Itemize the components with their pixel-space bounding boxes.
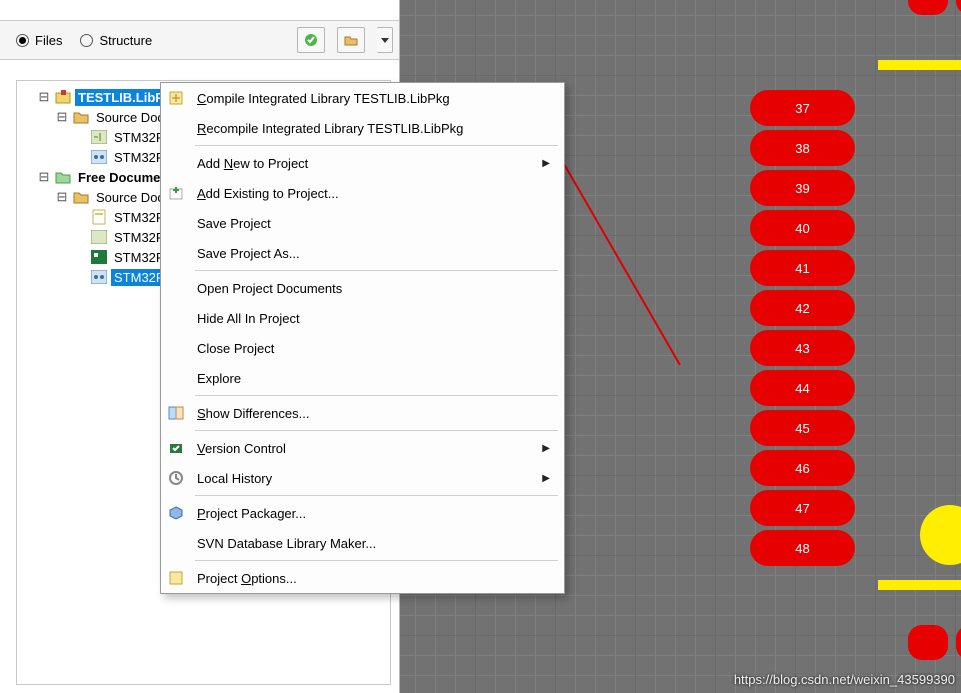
menu-label: Add New to Project: [197, 156, 308, 171]
menu-add-new[interactable]: Add New to Project ▶: [161, 148, 564, 178]
menu-save-project-as[interactable]: Save Project As...: [161, 238, 564, 268]
menu-label: Save Project As...: [197, 246, 300, 261]
collapse-icon[interactable]: ⊟: [37, 170, 51, 185]
pcb-pad: 46: [750, 450, 855, 486]
menu-label: Close Project: [197, 341, 274, 356]
pcb-pad-column: 37 38 39 40 41 42 43 44 45 46 47 48: [750, 90, 855, 570]
pcb-pad-small: [956, 625, 961, 660]
menu-label: Explore: [197, 371, 241, 386]
history-icon: [167, 469, 185, 487]
diff-icon: [167, 404, 185, 422]
pcblib-icon: [91, 269, 107, 285]
folder-icon: [73, 189, 89, 205]
pcb-pad: 40: [750, 210, 855, 246]
compile-icon-button[interactable]: [297, 27, 325, 53]
menu-label: SVN Database Library Maker...: [197, 536, 376, 551]
radio-files-label: Files: [35, 33, 62, 48]
submenu-arrow-icon: ▶: [542, 443, 550, 454]
menu-add-existing[interactable]: Add Existing to Project...: [161, 178, 564, 208]
pcb-pad: 41: [750, 250, 855, 286]
menu-label: Open Project Documents: [197, 281, 342, 296]
watermark-text: https://blog.csdn.net/weixin_43599390: [734, 672, 955, 687]
schlib-icon: [91, 229, 107, 245]
pcblib-icon: [91, 149, 107, 165]
pcb-icon: [91, 249, 107, 265]
radio-structure-label: Structure: [99, 33, 152, 48]
menu-local-history[interactable]: Local History ▶: [161, 463, 564, 493]
pcb-pad: 47: [750, 490, 855, 526]
vcs-icon: [167, 439, 185, 457]
collapse-icon[interactable]: ⊟: [37, 90, 51, 105]
menu-project-packager[interactable]: Project Packager...: [161, 498, 564, 528]
menu-close-project[interactable]: Close Project: [161, 333, 564, 363]
submenu-arrow-icon: ▶: [542, 158, 550, 169]
compile-icon: [167, 89, 185, 107]
doc-icon: [91, 209, 107, 225]
menu-show-differences[interactable]: Show Differences...: [161, 398, 564, 428]
menu-label: Save Project: [197, 216, 271, 231]
radio-dot-icon: [80, 34, 93, 47]
folder-icon: [73, 109, 89, 125]
libpkg-icon: [55, 89, 71, 105]
add-existing-icon: [167, 184, 185, 202]
menu-project-options[interactable]: Project Options...: [161, 563, 564, 593]
packager-icon: [167, 504, 185, 522]
menu-label: Recompile Integrated Library TESTLIB.Lib…: [197, 121, 463, 136]
collapse-icon[interactable]: ⊟: [55, 110, 69, 125]
menu-label: Project Options...: [197, 571, 297, 586]
pcb-pad: 39: [750, 170, 855, 206]
pcb-pad-small: [908, 0, 948, 15]
pcb-pad: 37: [750, 90, 855, 126]
pcb-pad: 45: [750, 410, 855, 446]
menu-label: Project Packager...: [197, 506, 306, 521]
pcb-pad: 43: [750, 330, 855, 366]
open-icon-button[interactable]: [337, 27, 365, 53]
pcb-pad: 44: [750, 370, 855, 406]
collapse-icon[interactable]: ⊟: [55, 190, 69, 205]
menu-explore[interactable]: Explore: [161, 363, 564, 393]
menu-label: Compile Integrated Library TESTLIB.LibPk…: [197, 91, 450, 106]
menu-label: Hide All In Project: [197, 311, 300, 326]
menu-hide-all[interactable]: Hide All In Project: [161, 303, 564, 333]
pcb-pad: 42: [750, 290, 855, 326]
options-icon: [167, 569, 185, 587]
menu-version-control[interactable]: Version Control ▶: [161, 433, 564, 463]
menu-label: Local History: [197, 471, 272, 486]
radio-structure[interactable]: Structure: [80, 33, 152, 48]
menu-svn-library-maker[interactable]: SVN Database Library Maker...: [161, 528, 564, 558]
pcb-pad: 48: [750, 530, 855, 566]
menu-save-project[interactable]: Save Project: [161, 208, 564, 238]
schlib-icon: [91, 129, 107, 145]
radio-files[interactable]: Files: [16, 33, 62, 48]
menu-label: Version Control: [197, 441, 286, 456]
menu-label: Show Differences...: [197, 406, 309, 421]
menu-open-docs[interactable]: Open Project Documents: [161, 273, 564, 303]
menu-recompile[interactable]: Recompile Integrated Library TESTLIB.Lib…: [161, 113, 564, 143]
panel-toolbar: Files Structure: [0, 20, 399, 60]
menu-compile[interactable]: Compile Integrated Library TESTLIB.LibPk…: [161, 83, 564, 113]
project-context-menu: Compile Integrated Library TESTLIB.LibPk…: [160, 82, 565, 594]
folder-green-icon: [55, 169, 71, 185]
pcb-pad-small: [908, 625, 948, 660]
open-dropdown-button[interactable]: [377, 27, 393, 53]
submenu-arrow-icon: ▶: [542, 473, 550, 484]
menu-label: Add Existing to Project...: [197, 186, 339, 201]
pcb-pad: 38: [750, 130, 855, 166]
radio-dot-icon: [16, 34, 29, 47]
pcb-pad-small: [956, 0, 961, 15]
